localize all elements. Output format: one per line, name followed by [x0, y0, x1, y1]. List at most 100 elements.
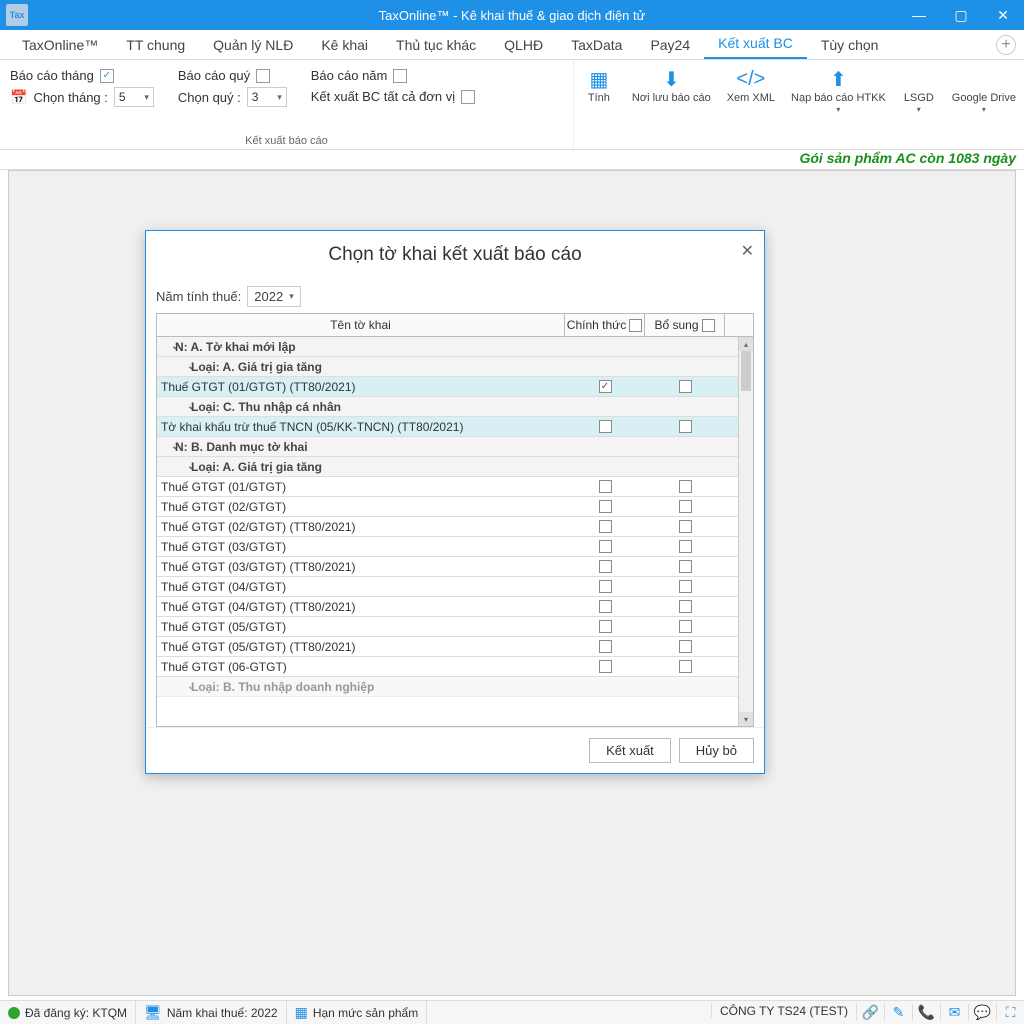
year-select[interactable]: 2022▾ — [247, 286, 300, 307]
add-tab-button[interactable]: + — [996, 35, 1016, 55]
bosung-checkbox[interactable] — [679, 600, 692, 613]
chevron-down-icon: ⌄ — [157, 361, 187, 372]
grid-subgroup-row[interactable]: ⌄Loại: A. Giá trị gia tăng — [157, 357, 753, 377]
pen-icon[interactable]: ✎ — [884, 1004, 912, 1021]
status-ok-icon — [8, 1007, 20, 1019]
grid-group-row[interactable]: ⌄N: B. Danh mục tờ khai — [157, 437, 753, 457]
grid-icon: ▦ — [589, 66, 608, 92]
chinhthuc-checkbox[interactable] — [599, 660, 612, 673]
grid-item-row[interactable]: Thuế GTGT (02/GTGT) (TT80/2021) — [157, 517, 753, 537]
bosung-checkbox[interactable] — [679, 520, 692, 533]
grid-subgroup-row[interactable]: ⌄Loại: B. Thu nhập doanh nghiệp — [157, 677, 753, 697]
bosung-checkbox[interactable] — [679, 580, 692, 593]
link-icon[interactable]: 🔗 — [856, 1004, 884, 1021]
year-label: Năm tính thuế: — [156, 289, 241, 304]
vertical-scrollbar[interactable]: ▴ ▾ — [738, 337, 753, 726]
chinhthuc-checkbox[interactable] — [599, 540, 612, 553]
upload-icon: ⬆ — [830, 66, 847, 92]
bosung-checkbox[interactable] — [679, 560, 692, 573]
chinhthuc-checkbox[interactable]: ✓ — [599, 380, 612, 393]
ribbon: Báo cáo tháng ✓ 📅 Chọn tháng : 5▾ Báo cá… — [0, 60, 1024, 150]
bosung-checkbox[interactable] — [679, 540, 692, 553]
noiluu-button[interactable]: ⬇ Nơi lưu báo cáo — [624, 60, 719, 149]
naphtkk-button[interactable]: ⬆ Nạp báo cáo HTKK▾ — [783, 60, 894, 149]
grid-item-row[interactable]: Thuế GTGT (04/GTGT) — [157, 577, 753, 597]
mail-icon[interactable]: ✉ — [940, 1004, 968, 1021]
grid-item-row[interactable]: Thuế GTGT (04/GTGT) (TT80/2021) — [157, 597, 753, 617]
export-button[interactable]: Kết xuất — [589, 738, 671, 763]
chevron-down-icon: ⌄ — [157, 401, 187, 412]
col-bosung[interactable]: Bổ sung — [645, 314, 725, 336]
chinhthuc-checkbox[interactable] — [599, 560, 612, 573]
close-button[interactable]: ✕ — [982, 0, 1024, 30]
grid-item-row[interactable]: Thuế GTGT (02/GTGT) — [157, 497, 753, 517]
chonthang-label: Chọn tháng : — [33, 90, 107, 105]
menu-tab[interactable]: Kết xuất BC — [704, 31, 807, 59]
chevron-down-icon: ⌄ — [157, 441, 171, 452]
chinhthuc-checkbox[interactable] — [599, 620, 612, 633]
month-select[interactable]: 5▾ — [114, 87, 154, 107]
minimize-button[interactable]: — — [898, 0, 940, 30]
chinhthuc-checkbox[interactable] — [599, 480, 612, 493]
dialog-close-button[interactable]: ✕ — [741, 241, 754, 261]
col-chinhthuc[interactable]: Chính thức — [565, 314, 645, 336]
chinhthuc-checkbox[interactable] — [599, 520, 612, 533]
grid-item-row[interactable]: Thuế GTGT (05/GTGT) — [157, 617, 753, 637]
chinhthuc-checkbox[interactable] — [599, 600, 612, 613]
bosung-checkbox[interactable] — [679, 480, 692, 493]
menu-tab[interactable]: Kê khai — [307, 33, 382, 59]
menu-tab[interactable]: QLHĐ — [490, 33, 557, 59]
menu-tab[interactable]: Quản lý NLĐ — [199, 33, 307, 59]
scroll-up-icon[interactable]: ▴ — [739, 337, 753, 351]
grid-item-row[interactable]: Thuế GTGT (05/GTGT) (TT80/2021) — [157, 637, 753, 657]
code-icon: </> — [736, 66, 765, 92]
grid-header: Tên tờ khai Chính thức Bổ sung — [156, 313, 754, 337]
grid-item-row[interactable]: Tờ khai khấu trừ thuế TNCN (05/KK-TNCN) … — [157, 417, 753, 437]
chinhthuc-checkbox[interactable] — [599, 580, 612, 593]
grid-item-row[interactable]: Thuế GTGT (06-GTGT) — [157, 657, 753, 677]
bcquy-checkbox[interactable] — [256, 69, 270, 83]
grid-item-row[interactable]: Thuế GTGT (01/GTGT) (TT80/2021)✓ — [157, 377, 753, 397]
menu-tab[interactable]: Tùy chọn — [807, 33, 893, 59]
chevron-down-icon: ⌄ — [157, 461, 187, 472]
bosung-checkbox[interactable] — [679, 620, 692, 633]
bosung-checkbox[interactable] — [679, 640, 692, 653]
grid-subgroup-row[interactable]: ⌄Loại: C. Thu nhập cá nhân — [157, 397, 753, 417]
chinhthuc-checkbox[interactable] — [599, 500, 612, 513]
menu-tab[interactable]: TaxOnline™ — [8, 33, 112, 59]
expand-icon[interactable]: ⛶ — [996, 1004, 1024, 1021]
bosung-checkbox[interactable] — [679, 500, 692, 513]
bosung-checkbox[interactable] — [679, 660, 692, 673]
lsgd-button[interactable]: LSGD▾ — [894, 60, 944, 149]
gdrive-button[interactable]: Google Drive▾ — [944, 60, 1024, 149]
menu-tab[interactable]: TT chung — [112, 33, 199, 59]
calendar-icon: 📅 — [10, 89, 27, 106]
menu-tab[interactable]: Pay24 — [636, 33, 704, 59]
grid-group-row[interactable]: ⌄N: A. Tờ khai mới lập — [157, 337, 753, 357]
chinhthuc-checkbox[interactable] — [599, 640, 612, 653]
tax-year: Năm khai thuế: 2022 — [167, 1006, 278, 1020]
bcthang-checkbox[interactable]: ✓ — [100, 69, 114, 83]
quarter-select[interactable]: 3▾ — [247, 87, 287, 107]
bosung-checkbox[interactable] — [679, 380, 692, 393]
grid-item-row[interactable]: Thuế GTGT (03/GTGT) — [157, 537, 753, 557]
maximize-button[interactable]: ▢ — [940, 0, 982, 30]
chat-icon[interactable]: 💬 — [968, 1004, 996, 1021]
kxall-checkbox[interactable] — [461, 90, 475, 104]
grid-body: ⌄N: A. Tờ khai mới lập⌄Loại: A. Giá trị … — [156, 337, 754, 727]
bcnam-checkbox[interactable] — [393, 69, 407, 83]
grid-item-row[interactable]: Thuế GTGT (03/GTGT) (TT80/2021) — [157, 557, 753, 577]
grid-item-row[interactable]: Thuế GTGT (01/GTGT) — [157, 477, 753, 497]
ribbon-group-label: Kết xuất báo cáo — [10, 131, 563, 147]
chinhthuc-checkbox[interactable] — [599, 420, 612, 433]
cancel-button[interactable]: Hủy bỏ — [679, 738, 754, 763]
bosung-checkbox[interactable] — [679, 420, 692, 433]
scroll-down-icon[interactable]: ▾ — [739, 712, 753, 726]
grid-subgroup-row[interactable]: ⌄Loại: A. Giá trị gia tăng — [157, 457, 753, 477]
phone-icon[interactable]: 📞 — [912, 1004, 940, 1021]
menu-tab[interactable]: Thủ tục khác — [382, 33, 490, 59]
tinh-button[interactable]: ▦ Tính — [574, 60, 624, 149]
xemxml-button[interactable]: </> Xem XML — [719, 60, 783, 149]
menu-tab[interactable]: TaxData — [557, 33, 636, 59]
grid-icon: ▦ — [295, 1004, 308, 1021]
